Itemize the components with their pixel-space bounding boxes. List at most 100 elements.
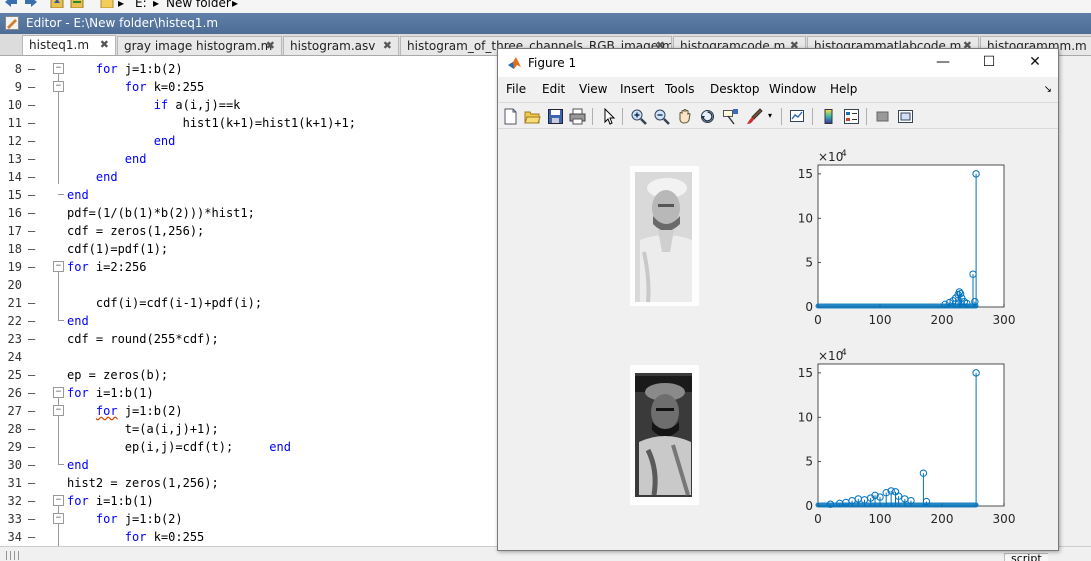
close-tab-icon[interactable]: ✖ <box>100 36 109 54</box>
breakpoint-marker[interactable]: – <box>28 402 35 420</box>
zoom-in-icon[interactable] <box>630 108 647 125</box>
data-cursor-icon[interactable] <box>722 108 739 125</box>
forward-arrow-icon[interactable] <box>24 0 38 8</box>
show-plot-tools-icon[interactable] <box>897 108 914 125</box>
code-line[interactable]: 16– pdf=(1/(b(1)*b(2)))*hist1; <box>0 204 498 222</box>
breakpoint-marker[interactable]: – <box>28 150 35 168</box>
breakpoint-marker[interactable]: – <box>28 132 35 150</box>
dock-figure-icon[interactable]: ↘ <box>1044 78 1052 101</box>
figure-title-bar[interactable]: Figure 1 — ☐ ✕ <box>498 49 1058 77</box>
menu-edit[interactable]: Edit <box>542 78 565 101</box>
maximize-button[interactable]: ☐ <box>966 49 1012 77</box>
code-line[interactable]: 29– ep(i,j)=cdf(t); end <box>0 438 498 456</box>
tab-histeq1[interactable]: histeq1.m ✖ <box>22 35 116 55</box>
zoom-out-icon[interactable] <box>653 108 670 125</box>
legend-icon[interactable] <box>843 108 860 125</box>
breakpoint-marker[interactable]: – <box>28 474 35 492</box>
code-editor[interactable]: 8– − for j=1:b(2) 9– − for k=0:255 10– if a(… <box>0 56 498 546</box>
breadcrumb-folder[interactable]: New folder <box>166 0 231 10</box>
code-line[interactable]: 34– for k=0:255 <box>0 528 498 546</box>
fold-toggle-icon[interactable]: − <box>53 513 64 524</box>
brush-icon[interactable] <box>746 108 763 125</box>
open-file-icon[interactable] <box>524 108 541 125</box>
breakpoint-marker[interactable]: – <box>28 222 35 240</box>
code-line[interactable]: 21– cdf(i)=cdf(i-1)+pdf(i); <box>0 294 498 312</box>
save-icon[interactable] <box>547 108 564 125</box>
minimize-button[interactable]: — <box>920 49 966 77</box>
tab-gray-image-histogram[interactable]: gray image histogram.m ✖ <box>117 36 282 55</box>
code-line[interactable]: 12– end <box>0 132 498 150</box>
rotate-icon[interactable] <box>699 108 716 125</box>
fold-toggle-icon[interactable]: − <box>53 495 64 506</box>
menu-window[interactable]: Window <box>769 78 816 101</box>
close-tab-icon[interactable]: ✖ <box>383 37 392 55</box>
breakpoint-marker[interactable]: – <box>28 258 35 276</box>
breakpoint-marker[interactable]: – <box>28 456 35 474</box>
code-line[interactable]: 20 <box>0 276 498 294</box>
code-line[interactable]: 15– end <box>0 186 498 204</box>
fold-toggle-icon[interactable]: − <box>53 261 64 272</box>
code-line[interactable]: 30– end <box>0 456 498 474</box>
link-plot-icon[interactable] <box>789 108 806 125</box>
code-line[interactable]: 27– − for j=1:b(2) <box>0 402 498 420</box>
breakpoint-marker[interactable]: – <box>28 366 35 384</box>
code-line[interactable]: 14– end <box>0 168 498 186</box>
code-line[interactable]: 9– − for k=0:255 <box>0 78 498 96</box>
brush-dropdown-icon[interactable]: ▾ <box>768 111 772 120</box>
browse-folder-icon[interactable] <box>70 0 84 8</box>
breakpoint-marker[interactable]: – <box>28 312 35 330</box>
figure-window[interactable]: Figure 1 — ☐ ✕ File Edit View Insert Too… <box>497 48 1059 551</box>
tab-histogram-asv[interactable]: histogram.asv ✖ <box>283 36 399 55</box>
hide-plot-tools-icon[interactable] <box>874 108 891 125</box>
breakpoint-marker[interactable]: – <box>28 438 35 456</box>
fold-toggle-icon[interactable]: − <box>53 405 64 416</box>
close-button[interactable]: ✕ <box>1012 49 1058 77</box>
breakpoint-marker[interactable]: – <box>28 168 35 186</box>
breakpoint-marker[interactable]: – <box>28 528 35 546</box>
figure-canvas[interactable]: 0 100 200 300 0 5 10 15 ×10 4 0 100 200 300 0 5 10 15 ×10… <box>498 130 1058 550</box>
breakpoint-marker[interactable]: – <box>28 240 35 258</box>
breadcrumb-drive[interactable]: E: <box>135 0 147 10</box>
pointer-icon[interactable] <box>600 108 617 125</box>
close-tab-icon[interactable]: ✖ <box>266 37 275 55</box>
back-arrow-icon[interactable] <box>4 0 18 8</box>
up-folder-icon[interactable] <box>50 0 64 8</box>
code-line[interactable]: 22– end <box>0 312 498 330</box>
menu-file[interactable]: File <box>506 78 526 101</box>
code-line[interactable]: 10– if a(i,j)==k <box>0 96 498 114</box>
code-line[interactable]: 28– t=(a(i,j)+1); <box>0 420 498 438</box>
fold-toggle-icon[interactable]: − <box>53 81 64 92</box>
code-line[interactable]: 26– − for i=1:b(1) <box>0 384 498 402</box>
breakpoint-marker[interactable]: – <box>28 204 35 222</box>
menu-tools[interactable]: Tools <box>665 78 695 101</box>
colorbar-icon[interactable] <box>820 108 837 125</box>
breakpoint-marker[interactable]: – <box>28 510 35 528</box>
code-line[interactable]: 23– cdf = round(255*cdf); <box>0 330 498 348</box>
breakpoint-marker[interactable]: – <box>28 60 35 78</box>
menu-view[interactable]: View <box>579 78 607 101</box>
breakpoint-marker[interactable]: – <box>28 492 35 510</box>
breakpoint-marker[interactable]: – <box>28 114 35 132</box>
code-line[interactable]: 18– cdf(1)=pdf(1); <box>0 240 498 258</box>
code-line[interactable]: 19– − for i=2:256 <box>0 258 498 276</box>
fold-toggle-icon[interactable]: − <box>53 387 64 398</box>
breakpoint-marker[interactable]: – <box>28 96 35 114</box>
code-line[interactable]: 33– − for j=1:b(2) <box>0 510 498 528</box>
code-line[interactable]: 31– hist2 = zeros(1,256); <box>0 474 498 492</box>
breakpoint-marker[interactable]: – <box>28 294 35 312</box>
code-line[interactable]: 17– cdf = zeros(1,256); <box>0 222 498 240</box>
menu-help[interactable]: Help <box>830 78 857 101</box>
breakpoint-marker[interactable]: – <box>28 78 35 96</box>
menu-insert[interactable]: Insert <box>620 78 654 101</box>
code-line[interactable]: 24 <box>0 348 498 366</box>
breakpoint-marker[interactable]: – <box>28 384 35 402</box>
new-figure-icon[interactable] <box>502 108 519 125</box>
breakpoint-marker[interactable]: – <box>28 186 35 204</box>
print-icon[interactable] <box>569 108 586 125</box>
breakpoint-marker[interactable]: – <box>28 330 35 348</box>
code-line[interactable]: 11– hist1(k+1)=hist1(k+1)+1; <box>0 114 498 132</box>
code-line[interactable]: 8– − for j=1:b(2) <box>0 60 498 78</box>
fold-toggle-icon[interactable]: − <box>53 63 64 74</box>
menu-desktop[interactable]: Desktop <box>710 78 760 101</box>
code-line[interactable]: 32– − for i=1:b(1) <box>0 492 498 510</box>
